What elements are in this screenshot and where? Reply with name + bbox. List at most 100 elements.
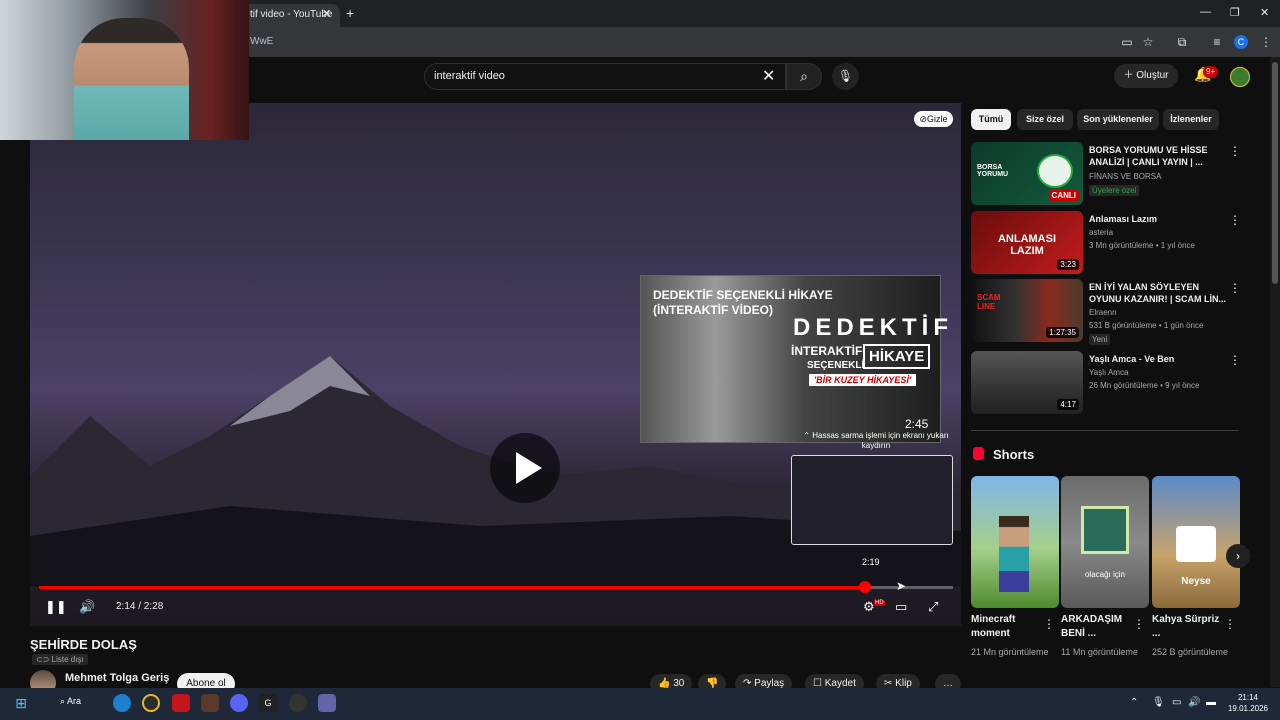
- recommendation-item[interactable]: 4:17 Yaşlı Amca - Ve Ben Yaşlı Amca 26 M…: [971, 351, 1251, 417]
- mic-tray-icon[interactable]: 🎙: [1152, 697, 1165, 708]
- seek-preview-time: 2:19: [862, 557, 880, 567]
- user-avatar[interactable]: [1230, 67, 1250, 87]
- short-views: 11 Mn görüntüleme: [1061, 647, 1138, 657]
- theater-mode-icon[interactable]: ▭: [895, 599, 907, 615]
- browser-menu-icon[interactable]: ⋮: [1258, 34, 1274, 50]
- more-options-icon[interactable]: ⋮: [1229, 144, 1241, 158]
- end-portal-frame: [1081, 506, 1129, 554]
- thumb-text: BORSA YORUMU: [977, 164, 1009, 178]
- tab-close-icon[interactable]: ✕: [322, 7, 331, 20]
- new-tab-icon[interactable]: +: [346, 5, 354, 21]
- rec-channel: FİNANS VE BORSA: [1089, 172, 1162, 181]
- volume-tray-icon[interactable]: 🔊: [1188, 697, 1200, 708]
- tray-chevron-icon[interactable]: ⌃: [1130, 697, 1138, 708]
- endcard-duration: 2:45: [905, 417, 929, 431]
- network-icon[interactable]: ▭: [1172, 697, 1181, 708]
- short-overlay-text: olacağı için: [1084, 570, 1126, 579]
- minecraft-character: [999, 516, 1029, 592]
- chip-all[interactable]: Tümü: [971, 109, 1011, 130]
- search-icon: ⌕: [800, 68, 808, 84]
- short-title[interactable]: Minecraft moment: [971, 613, 1041, 641]
- taskbar-clock[interactable]: 21:14 19.01.2026: [1226, 692, 1270, 714]
- short-thumbnail[interactable]: olacağı için: [1061, 476, 1149, 608]
- recommendation-item[interactable]: SCAM LINE 1:27:35 EN İYİ YALAN SÖYLEYEN …: [971, 279, 1251, 345]
- teams-icon[interactable]: [318, 694, 336, 712]
- more-options-icon[interactable]: ⋮: [1229, 281, 1241, 295]
- chip-for-you[interactable]: Size özel: [1017, 109, 1073, 130]
- rec-title: Anlaması Lazım: [1089, 214, 1158, 224]
- search-button[interactable]: ⌕: [786, 63, 822, 90]
- duration-badge: 3:23: [1057, 259, 1079, 270]
- cast-icon[interactable]: ▭: [1119, 34, 1135, 50]
- chevron-right-icon[interactable]: ›: [1226, 544, 1250, 568]
- profile-avatar[interactable]: C: [1234, 35, 1248, 49]
- battery-icon[interactable]: ▬: [1206, 697, 1216, 708]
- extensions-icon[interactable]: ⧉: [1174, 34, 1190, 50]
- minimize-icon[interactable]: —: [1200, 6, 1211, 18]
- link-icon: ⊂⊃: [36, 655, 52, 664]
- progress-played: [39, 586, 866, 589]
- scrubber-handle[interactable]: [859, 581, 871, 593]
- obs-icon[interactable]: [289, 694, 307, 712]
- windows-start-icon[interactable]: ⊞: [12, 694, 30, 712]
- more-options-icon[interactable]: ⋮: [1133, 617, 1145, 631]
- rec-channel: asteria: [1089, 228, 1114, 237]
- chrome-icon[interactable]: [142, 694, 160, 712]
- endcard-interaktif: İNTERAKTİF: [791, 344, 863, 358]
- video-thumbnail: 4:17: [971, 351, 1083, 414]
- chip-recently-uploaded[interactable]: Son yüklenenler: [1077, 109, 1159, 130]
- video-thumbnail: SCAM LINE 1:27:35: [971, 279, 1083, 342]
- short-thumbnail[interactable]: [971, 476, 1059, 608]
- hide-button[interactable]: ⊘Gizle: [914, 111, 953, 127]
- media-icon[interactable]: ≡: [1209, 34, 1225, 50]
- app-g-icon[interactable]: G: [259, 694, 277, 712]
- play-button[interactable]: [490, 433, 560, 503]
- discord-icon[interactable]: [230, 694, 248, 712]
- rec-meta: 26 Mn görüntüleme • 9 yıl önce: [1089, 381, 1200, 390]
- more-options-icon[interactable]: ⋮: [1229, 353, 1241, 367]
- time-display: 2:14 / 2:28: [116, 601, 164, 612]
- bookmark-star-icon[interactable]: ☆: [1140, 34, 1156, 50]
- close-window-icon[interactable]: ✕: [1260, 6, 1269, 19]
- short-thumbnail[interactable]: Neyse: [1152, 476, 1240, 608]
- voice-search-icon[interactable]: 🎙: [832, 63, 859, 90]
- fullscreen-icon[interactable]: ⤢: [928, 599, 938, 615]
- short-views: 21 Mn görüntüleme: [971, 647, 1049, 657]
- edge-icon[interactable]: [113, 694, 131, 712]
- settings-gear-icon[interactable]: ⚙: [863, 599, 875, 615]
- hd-badge: HD: [874, 600, 885, 606]
- url-text[interactable]: WwE: [250, 36, 273, 47]
- volume-icon[interactable]: 🔊: [79, 599, 95, 615]
- more-options-icon[interactable]: ⋮: [1043, 617, 1055, 631]
- chip-watched[interactable]: İzlenenler: [1163, 109, 1219, 130]
- more-options-icon[interactable]: ⋮: [1224, 617, 1236, 631]
- webcam-overlay: [0, 0, 249, 140]
- windows-taskbar: [0, 688, 1280, 720]
- mouse-cursor-icon: ➤: [896, 579, 907, 593]
- app-game-icon[interactable]: [201, 694, 219, 712]
- rec-meta: 531 B görüntüleme • 1 gün önce: [1089, 321, 1204, 330]
- visibility-badge: ⊂⊃ Liste dışı: [32, 654, 88, 665]
- endcard-secenekli: SEÇENEKLİ: [807, 360, 865, 371]
- recommendation-item[interactable]: ANLAMASI LAZIM 3:23 Anlaması Lazım aster…: [971, 211, 1251, 277]
- scroll-hint-text: Hassas sarma işlemi için ekranı yukarı k…: [812, 431, 949, 450]
- channel-name[interactable]: Mehmet Tolga Geriş: [65, 672, 169, 684]
- taskbar-search-label: Ara: [67, 696, 82, 706]
- create-button[interactable]: ＋ Oluştur: [1114, 64, 1178, 88]
- new-badge: Yeni: [1089, 334, 1111, 345]
- short-title[interactable]: ARKADAŞIM BENİ ...: [1061, 613, 1131, 641]
- short-title[interactable]: Kahya Sürpriz ...: [1152, 613, 1222, 641]
- endscreen-video-card[interactable]: DEDEKTİF SEÇENEKLİ HİKAYE (İNTERAKTİF Vİ…: [640, 275, 949, 450]
- chevron-up-icon: ⌃: [803, 431, 813, 440]
- scrollbar-thumb[interactable]: [1272, 62, 1278, 284]
- app-red-icon[interactable]: [172, 694, 190, 712]
- rec-channel: Elraenn: [1089, 308, 1117, 317]
- more-options-icon[interactable]: ⋮: [1229, 213, 1241, 227]
- endcard-tagline: 'BİR KUZEY HİKAYESİ': [809, 374, 916, 386]
- maximize-icon[interactable]: ❐: [1230, 6, 1240, 19]
- recommendation-item[interactable]: BORSA YORUMU CANLI BORSA YORUMU VE HİSSE…: [971, 142, 1251, 208]
- search-input[interactable]: interaktif video: [424, 63, 786, 90]
- clear-search-icon[interactable]: ✕: [762, 66, 775, 86]
- pause-icon[interactable]: ❚❚: [45, 599, 67, 615]
- taskbar-search[interactable]: ⌕ Ara: [60, 696, 81, 707]
